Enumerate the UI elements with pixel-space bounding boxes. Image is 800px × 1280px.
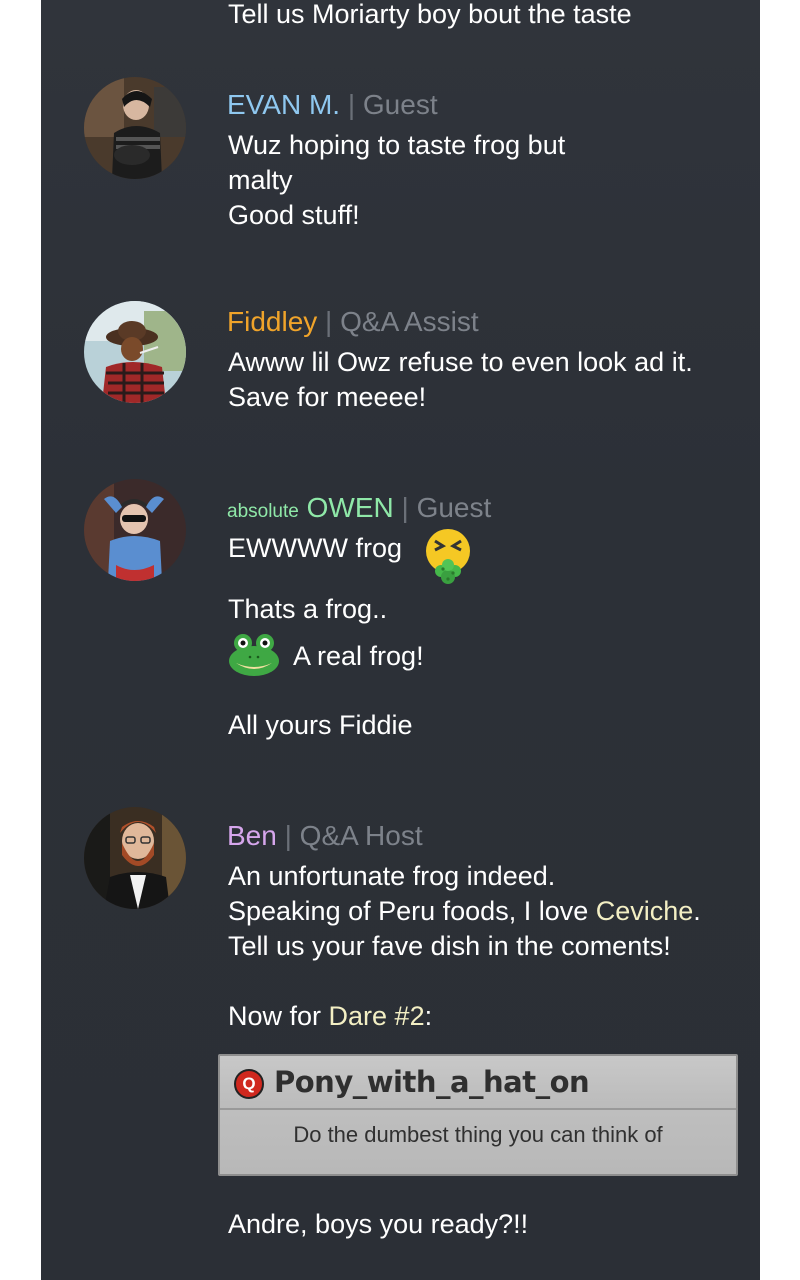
- message-line: Speaking of Peru foods, I love Ceviche.: [228, 894, 701, 929]
- message-header-owen: absolute OWEN | Guest: [227, 491, 491, 529]
- separator: |: [347, 89, 356, 120]
- author-name[interactable]: Ben: [227, 820, 277, 851]
- separator: |: [325, 306, 333, 337]
- q-icon: Q: [234, 1069, 264, 1099]
- message-line: An unfortunate frog indeed.: [228, 861, 556, 891]
- message-line: Wuz hoping to taste frog but: [228, 130, 566, 160]
- highlight-ceviche: Ceviche: [595, 896, 694, 926]
- text-span: Now for: [228, 1001, 329, 1031]
- message-line: Andre, boys you ready?!!: [228, 1209, 529, 1239]
- avatar-fiddley[interactable]: [84, 301, 186, 403]
- message-line: A real frog!: [293, 641, 424, 671]
- message-header-fiddley: Fiddley | Q&A Assist: [227, 305, 479, 339]
- author-role: Q&A Assist: [340, 306, 479, 337]
- message-line: Tell us Moriarty boy bout the taste: [228, 0, 632, 29]
- nauseated-face-emoji-icon: [423, 527, 473, 585]
- separator: |: [284, 820, 292, 851]
- author-role: Guest: [362, 89, 438, 120]
- question-username[interactable]: Pony_with_a_hat_on: [274, 1065, 590, 1099]
- message-line: All yours Fiddie: [228, 710, 413, 740]
- author-role: Q&A Host: [299, 820, 423, 851]
- author-name[interactable]: EVAN M.: [227, 89, 340, 120]
- text-span: .: [693, 896, 701, 926]
- message-line: Tell us your fave dish in the coments!: [228, 931, 671, 961]
- text-span: Speaking of Peru foods, I love: [228, 896, 596, 926]
- separator: |: [401, 492, 409, 523]
- highlight-dare: Dare #2: [328, 1001, 425, 1031]
- question-card: Q Pony_with_a_hat_on Do the dumbest thin…: [218, 1054, 738, 1176]
- message-line: Save for meeee!: [228, 382, 427, 412]
- question-text: Do the dumbest thing you can think of: [293, 1122, 663, 1147]
- message-line: Now for Dare #2:: [228, 999, 432, 1034]
- author-name[interactable]: OWEN: [307, 492, 394, 523]
- author-prefix: absolute: [227, 501, 299, 522]
- message-header-evan: EVAN M. | Guest: [227, 88, 438, 122]
- author-name[interactable]: Fiddley: [227, 306, 317, 337]
- message-line: Good stuff!: [228, 200, 360, 230]
- message-line: Awww lil Owz refuse to even look ad it.: [228, 347, 693, 377]
- message-header-ben: Ben | Q&A Host: [227, 819, 423, 853]
- message-line: malty: [228, 165, 293, 195]
- avatar-ben[interactable]: [84, 807, 186, 909]
- author-role: Guest: [416, 492, 492, 523]
- avatar-owen[interactable]: [84, 479, 186, 581]
- avatar-evan[interactable]: [84, 77, 186, 179]
- message-line: EWWWW frog: [228, 533, 402, 563]
- message-line: Thats a frog..: [228, 594, 388, 624]
- question-card-header: Q Pony_with_a_hat_on: [220, 1056, 736, 1110]
- frog-emoji-icon: [228, 631, 280, 677]
- text-span: :: [424, 1001, 433, 1031]
